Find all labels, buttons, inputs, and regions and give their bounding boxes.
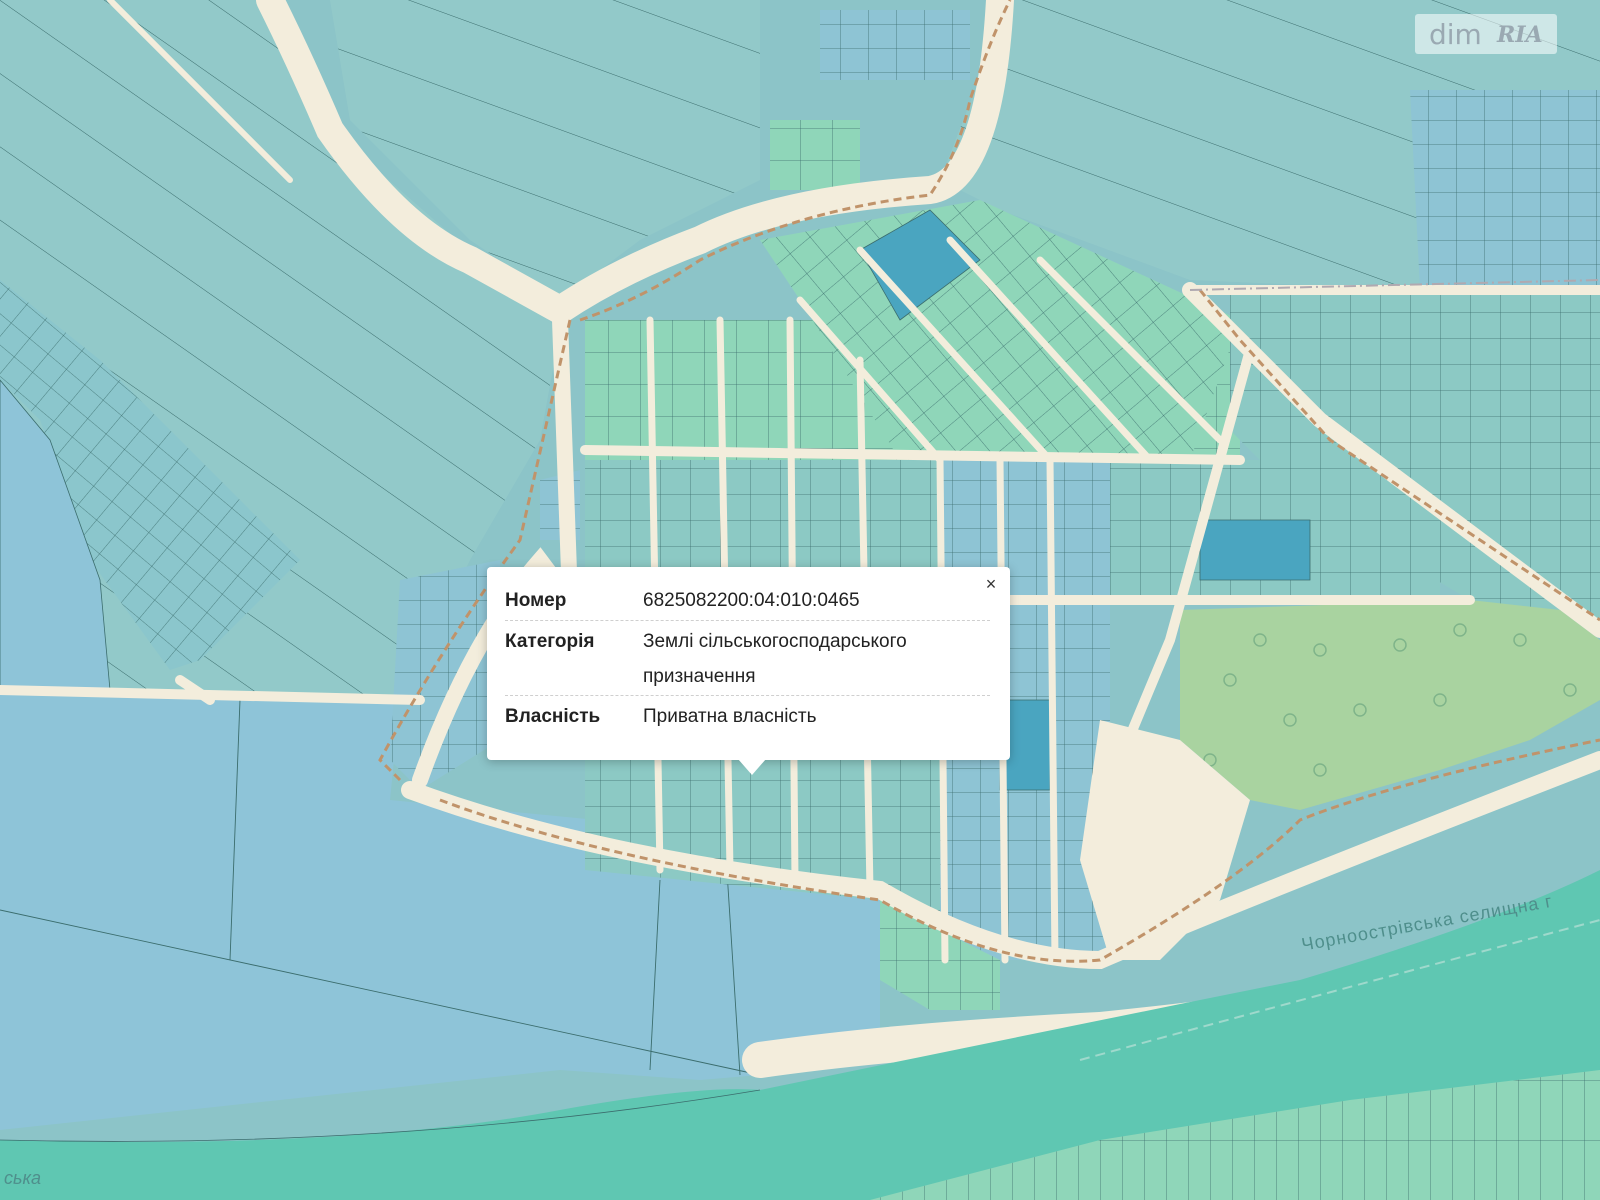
watermark-dim-text: dim [1429,18,1482,51]
category-label: Категорія [505,631,595,652]
dimria-watermark: dim RIA [1415,14,1557,54]
popup-pointer [738,759,766,775]
ownership-label: Власність [505,706,601,727]
category-value: Землі сільськогосподарського призначення [643,631,907,687]
close-icon[interactable]: × [982,575,1000,593]
popup-divider [505,695,990,696]
cadastral-number-value: 6825082200:04:010:0465 [643,590,860,611]
ownership-value: Приватна власність [643,706,817,727]
parcel-info-popup: × Номер 6825082200:04:010:0465 Категорія… [487,567,1010,760]
watermark-ria-text: RIA [1497,22,1543,48]
number-label: Номер [505,590,567,611]
corner-map-label: ська [4,1168,41,1188]
popup-divider [505,620,990,621]
